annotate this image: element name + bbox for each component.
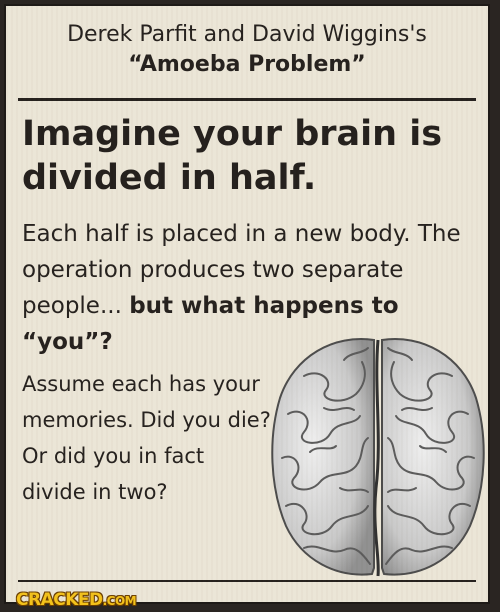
brain-icon [271, 338, 485, 577]
question-paragraph: Assume each has your memories. Did you d… [22, 372, 271, 504]
article-card: Derek Parfit and David Wiggins's “Amoeba… [4, 4, 490, 610]
logo-text: CRACKED [16, 590, 103, 610]
logo-suffix: .COM [102, 594, 137, 608]
header: Derek Parfit and David Wiggins's “Amoeba… [6, 20, 488, 80]
header-authors: Derek Parfit and David Wiggins's [67, 22, 427, 47]
cracked-logo: CRACKED.COM [16, 590, 137, 610]
bottom-divider [18, 580, 476, 582]
top-divider [18, 98, 476, 101]
header-title: “Amoeba Problem” [128, 52, 366, 77]
headline: Imagine your brain is divided in half. [22, 114, 443, 198]
